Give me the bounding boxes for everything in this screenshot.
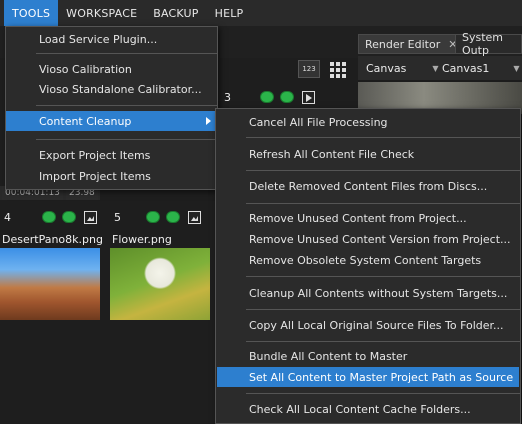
menu-backup[interactable]: BACKUP	[145, 0, 206, 26]
menu-separator	[246, 203, 520, 204]
thumbnail-flower[interactable]	[110, 248, 210, 320]
tools-menu: Load Service Plugin... Vioso Calibration…	[5, 26, 218, 190]
canvas1-dropdown-label: Canvas1	[442, 61, 490, 75]
thumbnail-label: DesertPano8k.png	[2, 233, 103, 246]
tab-render-editor[interactable]: Render Editor ✕	[358, 34, 465, 54]
tab-render-editor-label: Render Editor	[365, 37, 441, 51]
grid-view-icon[interactable]	[328, 60, 346, 78]
menu-item-refresh-content-check[interactable]: Refresh All Content File Check	[217, 144, 519, 164]
menu-separator	[36, 105, 217, 106]
tab-system-output-label: System Outp	[462, 31, 504, 57]
status-indicator-icon	[42, 211, 56, 223]
image-icon	[84, 211, 97, 224]
menu-workspace[interactable]: WORKSPACE	[58, 0, 145, 26]
menu-separator	[36, 53, 217, 54]
menu-help[interactable]: HELP	[207, 0, 252, 26]
image-icon	[188, 211, 201, 224]
menu-item-bundle-to-master[interactable]: Bundle All Content to Master	[217, 346, 519, 366]
menu-item-import-project-items[interactable]: Import Project Items	[6, 166, 217, 186]
menu-item-remove-unused-version[interactable]: Remove Unused Content Version from Proje…	[217, 229, 519, 249]
canvas1-dropdown[interactable]: Canvas1 ▼	[442, 58, 520, 78]
menu-item-export-project-items[interactable]: Export Project Items	[6, 145, 217, 165]
menu-separator	[246, 170, 520, 171]
status-indicator-icon	[166, 211, 180, 223]
content-cleanup-submenu: Cancel All File Processing Refresh All C…	[215, 108, 521, 424]
tab-system-output[interactable]: System Outp	[455, 31, 522, 57]
menu-tools[interactable]: TOOLS	[4, 0, 59, 26]
submenu-arrow-icon	[206, 117, 211, 125]
canvas-dropdown[interactable]: Canvas ▼	[366, 58, 439, 78]
chevron-down-icon: ▼	[432, 63, 439, 73]
menu-separator	[246, 309, 520, 310]
status-indicator-icon	[62, 211, 76, 223]
menu-separator	[246, 341, 520, 342]
menu-item-load-service-plugin[interactable]: Load Service Plugin...	[6, 29, 217, 49]
menu-item-check-cache-folders[interactable]: Check All Local Content Cache Folders...	[217, 399, 519, 419]
numeric-view-button[interactable]: 123	[298, 60, 320, 78]
thumbnail-desert[interactable]	[0, 248, 100, 320]
menu-item-content-cleanup[interactable]: Content Cleanup	[6, 111, 217, 131]
menu-bar: TOOLS WORKSPACE BACKUP HELP	[0, 0, 522, 26]
video-icon	[302, 91, 315, 104]
menu-separator	[36, 139, 217, 140]
menu-item-copy-source-files[interactable]: Copy All Local Original Source Files To …	[217, 315, 519, 335]
cell-number: 5	[114, 211, 121, 224]
menu-separator	[246, 393, 520, 394]
menu-item-set-master-path[interactable]: Set All Content to Master Project Path a…	[217, 367, 519, 387]
menu-item-remove-unused-content[interactable]: Remove Unused Content from Project...	[217, 208, 519, 228]
menu-item-remove-obsolete-targets[interactable]: Remove Obsolete System Content Targets	[217, 250, 519, 270]
menu-item-cancel-file-processing[interactable]: Cancel All File Processing	[217, 112, 519, 132]
menu-item-content-cleanup-label: Content Cleanup	[39, 114, 132, 128]
menu-separator	[246, 137, 520, 138]
menu-item-cleanup-without-targets[interactable]: Cleanup All Contents without System Targ…	[217, 283, 519, 303]
status-indicator-icon	[146, 211, 160, 223]
menu-item-delete-removed-files[interactable]: Delete Removed Content Files from Discs.…	[217, 176, 519, 196]
status-indicator-icon	[260, 91, 274, 103]
menu-item-vioso-calibration[interactable]: Vioso Calibration	[6, 59, 217, 79]
cell-number: 3	[224, 91, 231, 104]
cell-number: 4	[4, 211, 11, 224]
chevron-down-icon: ▼	[513, 63, 520, 73]
thumbnail-label: Flower.png	[112, 233, 172, 246]
status-indicator-icon	[280, 91, 294, 103]
menu-separator	[246, 276, 520, 277]
canvas-dropdown-label: Canvas	[366, 61, 407, 75]
menu-item-vioso-standalone[interactable]: Vioso Standalone Calibrator...	[6, 79, 217, 99]
